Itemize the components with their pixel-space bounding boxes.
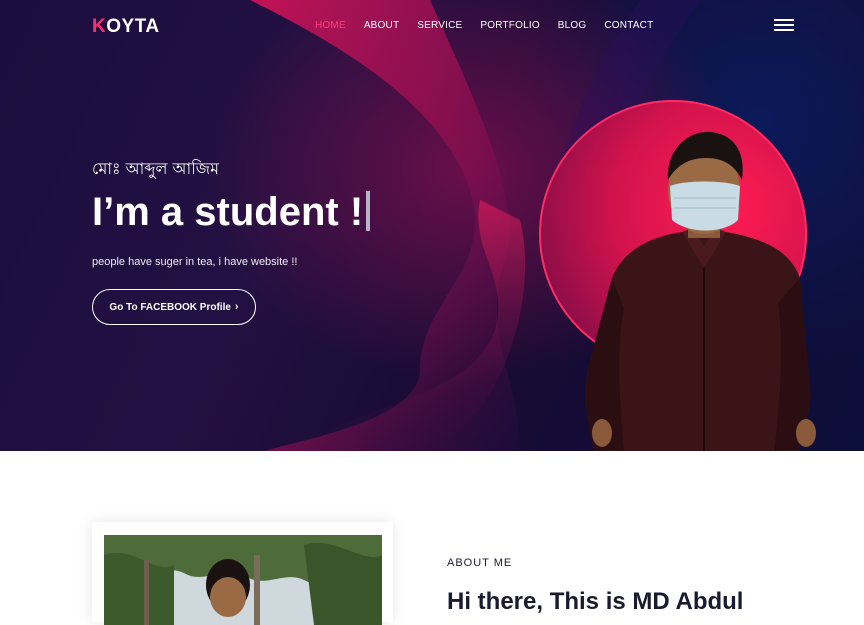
about-photo xyxy=(104,535,382,625)
nav-item-portfolio[interactable]: PORTFOLIO xyxy=(480,20,539,31)
logo-letter-k: K xyxy=(92,16,107,37)
main-nav: HOME ABOUT SERVICE PORTFOLIO BLOG CONTAC… xyxy=(315,20,671,31)
hero-headline-text: I’m a student ! xyxy=(92,190,364,234)
facebook-profile-button-label: Go To FACEBOOK Profile xyxy=(109,301,231,313)
nav-item-home[interactable]: HOME xyxy=(315,20,346,31)
logo-text: OYTA xyxy=(106,16,160,37)
facebook-profile-button[interactable]: Go To FACEBOOK Profile › xyxy=(92,289,256,325)
hero-subtitle: মোঃ আব্দুল আজিম xyxy=(92,159,219,178)
hero-tagline: people have suger in tea, i have website… xyxy=(92,256,298,268)
hero-profile-photo xyxy=(585,131,816,451)
about-label: ABOUT ME xyxy=(447,557,513,569)
brand-logo[interactable]: KOYTA xyxy=(92,16,160,38)
hero-section: KOYTA HOME ABOUT SERVICE PORTFOLIO BLOG … xyxy=(0,0,864,451)
typing-cursor xyxy=(366,191,371,231)
hamburger-menu-icon[interactable] xyxy=(774,19,794,33)
nav-item-blog[interactable]: BLOG xyxy=(558,20,587,31)
nav-item-about[interactable]: ABOUT xyxy=(364,20,399,31)
chevron-right-icon: › xyxy=(234,301,239,313)
hero-headline: I’m a student ! xyxy=(92,190,371,235)
about-title: Hi there, This is MD Abdul xyxy=(447,588,744,615)
nav-item-contact[interactable]: CONTACT xyxy=(604,20,653,31)
nav-item-service[interactable]: SERVICE xyxy=(417,20,462,31)
